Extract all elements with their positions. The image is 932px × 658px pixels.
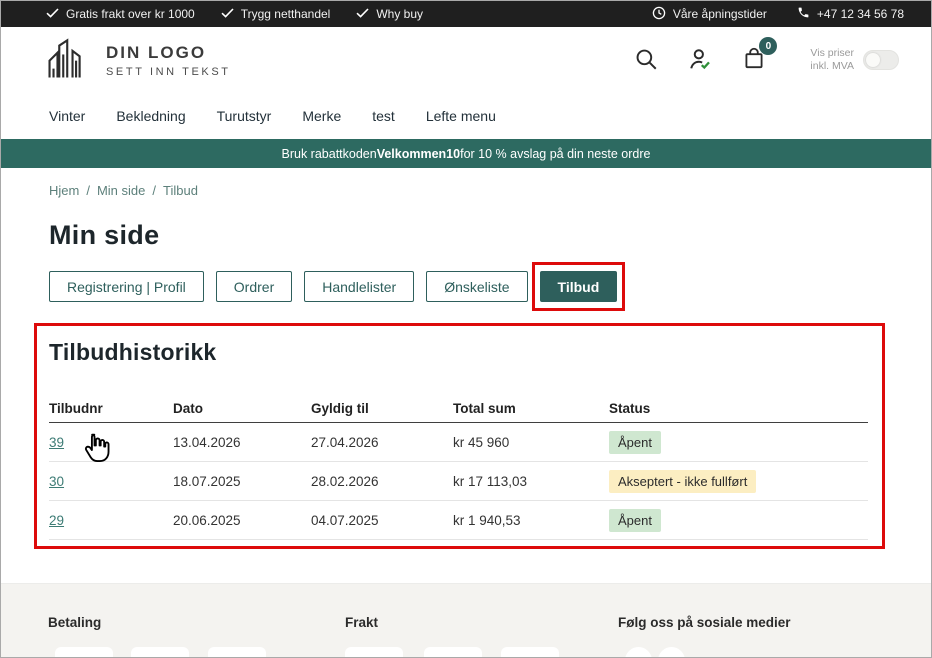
status-badge: Åpent: [609, 509, 661, 532]
col-dato: Dato: [173, 401, 311, 416]
logo-title: DIN LOGO: [106, 43, 231, 63]
check-icon: [356, 7, 369, 21]
section-title: Tilbudhistorikk: [49, 339, 868, 366]
main-nav: Vinter Bekledning Turutstyr Merke test L…: [1, 93, 931, 139]
vat-toggle[interactable]: [863, 50, 899, 70]
breadcrumb-min-side[interactable]: Min side: [97, 183, 145, 198]
promo-code: Velkommen10: [377, 147, 460, 161]
breadcrumb-separator: /: [86, 183, 90, 198]
check-icon: [221, 7, 234, 21]
usp-label: Gratis frakt over kr 1000: [66, 7, 195, 21]
offer-link-29[interactable]: 29: [49, 513, 64, 528]
usp-label: Trygg netthandel: [241, 7, 331, 21]
tab-registrering-profil[interactable]: Registrering | Profil: [49, 271, 204, 302]
site-header: DIN LOGO SETT INN TEKST 0 Vis priser ink…: [1, 27, 931, 93]
browser-window: Gratis frakt over kr 1000 Trygg netthand…: [0, 0, 932, 658]
search-button[interactable]: [633, 46, 659, 75]
promo-text-prefix: Bruk rabattkoden: [282, 147, 377, 161]
table-row: 30 18.07.2025 28.02.2026 kr 17 113,03 Ak…: [49, 462, 868, 501]
price-toggle-label: Vis priser inkl. MVA: [810, 47, 854, 73]
offer-link-39[interactable]: 39: [49, 435, 64, 450]
footer-heading-shipping: Frakt: [345, 615, 378, 630]
site-footer: Betaling Frakt Følg oss på sosiale medie…: [1, 583, 931, 657]
usp-label: Why buy: [376, 7, 423, 21]
payment-icon: [131, 647, 189, 658]
phone-link[interactable]: +47 12 34 56 78: [797, 6, 904, 23]
shipping-icon: [345, 647, 403, 658]
breadcrumb: Hjem / Min side / Tilbud: [49, 168, 883, 198]
usp-why-buy: Why buy: [356, 7, 423, 21]
table-row: 29 20.06.2025 04.07.2025 kr 1 940,53 Åpe…: [49, 501, 868, 540]
offer-date: 18.07.2025: [173, 474, 311, 489]
social-icon[interactable]: [625, 647, 652, 658]
offer-valid-until: 27.04.2026: [311, 435, 453, 450]
status-badge: Åpent: [609, 431, 661, 454]
tab-onskeliste[interactable]: Ønskeliste: [426, 271, 527, 302]
offer-link-30[interactable]: 30: [49, 474, 64, 489]
user-check-icon: [686, 45, 714, 76]
usp-safe-shopping: Trygg netthandel: [221, 7, 331, 21]
phone-number: +47 12 34 56 78: [817, 7, 904, 21]
opening-hours-label: Våre åpningstider: [673, 7, 767, 21]
offer-date: 20.06.2025: [173, 513, 311, 528]
account-button[interactable]: [686, 45, 714, 76]
nav-item-turutstyr[interactable]: Turutstyr: [217, 108, 272, 124]
col-total-sum: Total sum: [453, 401, 609, 416]
search-icon: [633, 46, 659, 75]
logo-icon: [46, 37, 92, 84]
offer-valid-until: 28.02.2026: [311, 474, 453, 489]
table-row: 39 13.04.2026 27.04.2026 kr 45 960 Åpent: [49, 423, 868, 462]
opening-hours-link[interactable]: Våre åpningstider: [652, 6, 767, 23]
logo[interactable]: DIN LOGO SETT INN TEKST: [46, 37, 231, 84]
main-content: Hjem / Min side / Tilbud Min side Regist…: [1, 168, 931, 549]
account-tabs: Registrering | Profil Ordrer Handleliste…: [49, 271, 883, 302]
promo-banner: Bruk rabattkoden Velkommen10 for 10 % av…: [1, 139, 931, 168]
breadcrumb-home[interactable]: Hjem: [49, 183, 79, 198]
offer-total: kr 1 940,53: [453, 513, 609, 528]
table-header-row: Tilbudnr Dato Gyldig til Total sum Statu…: [49, 395, 868, 423]
tab-tilbud[interactable]: Tilbud: [540, 271, 618, 302]
logo-subtitle: SETT INN TEKST: [106, 66, 231, 78]
breadcrumb-tilbud: Tilbud: [163, 183, 198, 198]
col-status: Status: [609, 401, 868, 416]
promo-text-suffix: for 10 % avslag på din neste ordre: [460, 147, 650, 161]
cart-button[interactable]: 0: [741, 45, 767, 75]
nav-item-lefte-menu[interactable]: Lefte menu: [426, 108, 496, 124]
toggle-knob: [866, 53, 880, 67]
offer-history-table: Tilbudnr Dato Gyldig til Total sum Statu…: [49, 395, 868, 540]
col-tilbudnr: Tilbudnr: [49, 401, 173, 416]
page-title: Min side: [49, 220, 883, 251]
payment-icon: [208, 647, 266, 658]
col-gyldig-til: Gyldig til: [311, 401, 453, 416]
footer-heading-social: Følg oss på sosiale medier: [618, 615, 791, 630]
shipping-icon: [424, 647, 482, 658]
check-icon: [46, 7, 59, 21]
top-utility-bar: Gratis frakt over kr 1000 Trygg netthand…: [1, 1, 931, 27]
breadcrumb-separator: /: [152, 183, 156, 198]
status-badge: Akseptert - ikke fullført: [609, 470, 756, 493]
cart-count-badge: 0: [759, 37, 777, 55]
tab-handlelister[interactable]: Handlelister: [304, 271, 414, 302]
offer-date: 13.04.2026: [173, 435, 311, 450]
nav-item-test[interactable]: test: [372, 108, 395, 124]
clock-icon: [652, 6, 666, 23]
phone-icon: [797, 6, 810, 22]
offer-history-section: Tilbudhistorikk Tilbudnr Dato Gyldig til…: [34, 323, 885, 549]
nav-item-vinter[interactable]: Vinter: [49, 108, 85, 124]
payment-icon: [55, 647, 113, 658]
offer-total: kr 45 960: [453, 435, 609, 450]
nav-item-bekledning[interactable]: Bekledning: [116, 108, 185, 124]
usp-free-shipping: Gratis frakt over kr 1000: [46, 7, 195, 21]
tab-ordrer[interactable]: Ordrer: [216, 271, 292, 302]
offer-total: kr 17 113,03: [453, 474, 609, 489]
nav-item-merke[interactable]: Merke: [302, 108, 341, 124]
footer-heading-payment: Betaling: [48, 615, 101, 630]
offer-valid-until: 04.07.2025: [311, 513, 453, 528]
social-icon[interactable]: [658, 647, 685, 658]
shipping-icon: [501, 647, 559, 658]
annotation-box-tab: Tilbud: [540, 271, 618, 302]
